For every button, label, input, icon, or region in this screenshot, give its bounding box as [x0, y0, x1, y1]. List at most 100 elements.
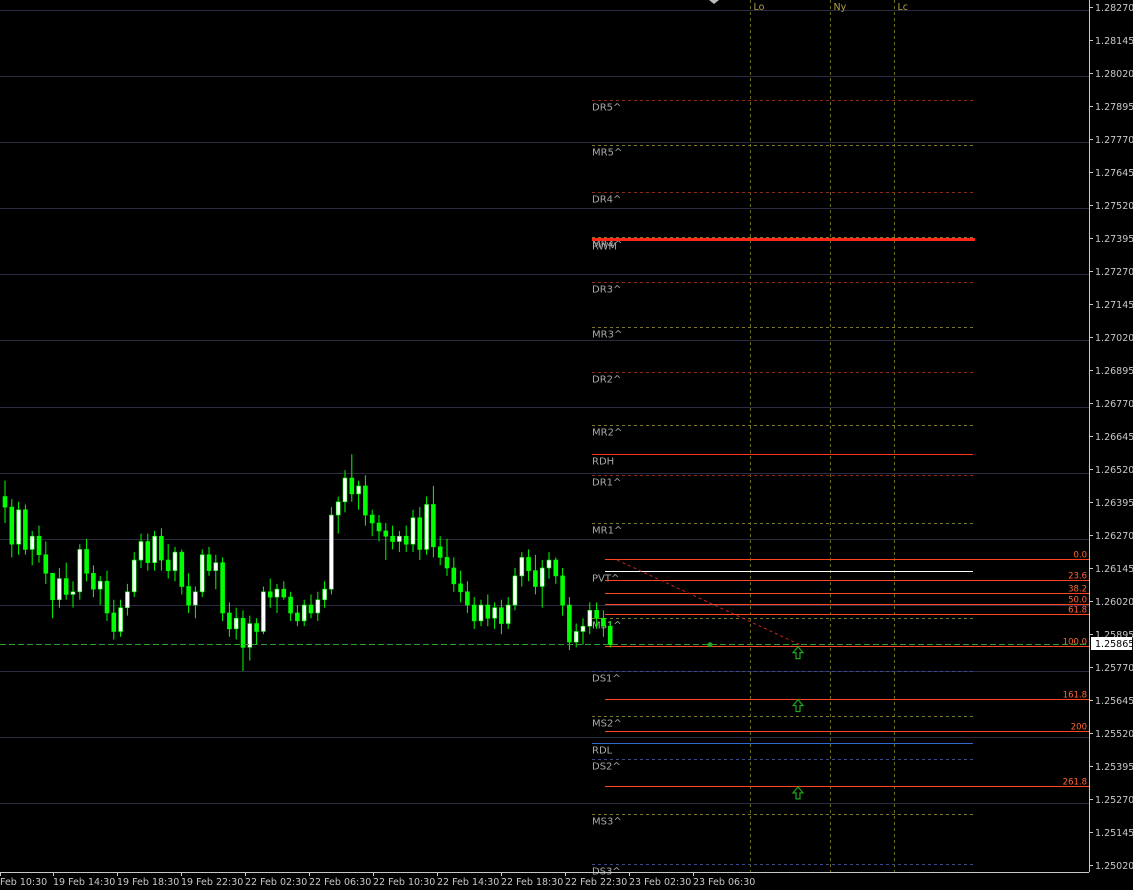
candle-body[interactable]	[16, 509, 21, 545]
candle-body[interactable]	[403, 535, 409, 545]
time-tick-label: 19 Feb 22:30	[181, 877, 243, 888]
candle-body[interactable]	[288, 596, 293, 614]
candle-body[interactable]	[410, 517, 416, 545]
candle-body[interactable]	[465, 591, 470, 606]
candle-body[interactable]	[267, 591, 273, 598]
candle-body[interactable]	[383, 530, 389, 537]
candle-body[interactable]	[2, 496, 8, 508]
candle-body[interactable]	[417, 517, 423, 550]
candle-body[interactable]	[145, 541, 151, 563]
candle-body[interactable]	[587, 610, 593, 627]
candle-body[interactable]	[125, 591, 130, 608]
candle-body[interactable]	[9, 506, 15, 545]
candle-body[interactable]	[301, 604, 307, 622]
candle-body[interactable]	[70, 591, 76, 595]
candle-body[interactable]	[573, 631, 579, 643]
fib-label: 38.2	[1068, 585, 1087, 595]
candle-body[interactable]	[546, 559, 552, 569]
candle-body[interactable]	[227, 612, 232, 630]
candle-body[interactable]	[369, 514, 375, 524]
time-tick-label: 22 Feb 06:30	[309, 877, 371, 888]
candle-body[interactable]	[165, 559, 171, 571]
candle-body[interactable]	[152, 535, 157, 563]
candle-body[interactable]	[505, 604, 511, 624]
candle-body[interactable]	[247, 623, 253, 648]
candle-body[interactable]	[437, 546, 443, 558]
candle-body[interactable]	[206, 554, 212, 571]
candle-body[interactable]	[159, 535, 164, 561]
candle-body[interactable]	[478, 604, 484, 622]
candle-body[interactable]	[254, 623, 259, 632]
level-label: RDH	[592, 457, 614, 468]
candle-body[interactable]	[512, 575, 518, 606]
candle-body[interactable]	[111, 612, 117, 632]
candle-body[interactable]	[594, 610, 599, 619]
price-tick-label: 1.25020	[1095, 861, 1133, 872]
candle-body[interactable]	[444, 557, 450, 569]
candle-body[interactable]	[539, 567, 545, 587]
candle-body[interactable]	[519, 557, 525, 577]
candle-body[interactable]	[560, 575, 565, 606]
candle-body[interactable]	[607, 625, 613, 646]
candle-body[interactable]	[261, 591, 266, 632]
candle-body[interactable]	[84, 549, 89, 574]
candle-body[interactable]	[397, 535, 402, 542]
candle-body[interactable]	[308, 604, 314, 614]
candle-body[interactable]	[138, 541, 144, 561]
candle-body[interactable]	[199, 554, 205, 593]
candle-body[interactable]	[131, 559, 137, 593]
candle-body[interactable]	[315, 599, 321, 614]
candle-body[interactable]	[220, 562, 225, 614]
candle-body[interactable]	[274, 588, 280, 598]
price-chart[interactable]: Lo Ny Lc DR5^MR5^DR4^MR4^RWMDR3^MR3^DR2^MR…	[0, 0, 1133, 890]
candle-body[interactable]	[567, 604, 572, 643]
candle-body[interactable]	[329, 514, 334, 590]
candle-body[interactable]	[240, 617, 246, 648]
candle-body[interactable]	[363, 485, 368, 516]
candle-body[interactable]	[118, 607, 123, 632]
candle-body[interactable]	[451, 567, 457, 585]
candle-body[interactable]	[29, 535, 35, 550]
candle-body[interactable]	[376, 522, 382, 532]
candle-body[interactable]	[50, 572, 55, 601]
candle-body[interactable]	[186, 586, 191, 606]
candle-body[interactable]	[553, 559, 559, 577]
candle-body[interactable]	[533, 570, 538, 587]
candle-body[interactable]	[485, 604, 491, 619]
candle-body[interactable]	[233, 617, 239, 630]
candle-body[interactable]	[342, 477, 348, 503]
candle-body[interactable]	[295, 612, 300, 622]
candle-body[interactable]	[281, 588, 287, 598]
candle-body[interactable]	[36, 535, 42, 556]
candle-body[interactable]	[43, 554, 49, 574]
candle-body[interactable]	[458, 583, 463, 593]
candle-body[interactable]	[492, 607, 497, 619]
candle-body[interactable]	[213, 562, 219, 571]
candle-body[interactable]	[601, 617, 606, 627]
candle-body[interactable]	[193, 591, 198, 606]
candle-body[interactable]	[335, 501, 341, 516]
candle-body[interactable]	[349, 477, 355, 495]
candle-body[interactable]	[431, 504, 436, 548]
candle-body[interactable]	[356, 485, 361, 495]
candle-body[interactable]	[63, 578, 69, 595]
time-tick-label: 23 Feb 06:30	[693, 877, 755, 888]
candle-body[interactable]	[526, 557, 531, 571]
candle-body[interactable]	[390, 535, 395, 542]
candle-body[interactable]	[97, 580, 103, 590]
candle-body[interactable]	[580, 625, 586, 632]
candle-body[interactable]	[179, 551, 185, 587]
candle-body[interactable]	[471, 604, 477, 622]
candle-body[interactable]	[77, 549, 83, 593]
price-tick-label: 1.27520	[1095, 201, 1133, 212]
price-tick-label: 1.27770	[1095, 135, 1133, 146]
candle-body[interactable]	[424, 504, 429, 550]
candle-body[interactable]	[91, 572, 96, 590]
candle-body[interactable]	[104, 580, 110, 614]
candle-body[interactable]	[23, 509, 28, 550]
candle-body[interactable]	[322, 588, 327, 601]
candle-body[interactable]	[57, 578, 62, 601]
price-tick-label: 1.27395	[1095, 234, 1133, 245]
candle-body[interactable]	[499, 607, 504, 624]
candle-body[interactable]	[172, 551, 178, 571]
